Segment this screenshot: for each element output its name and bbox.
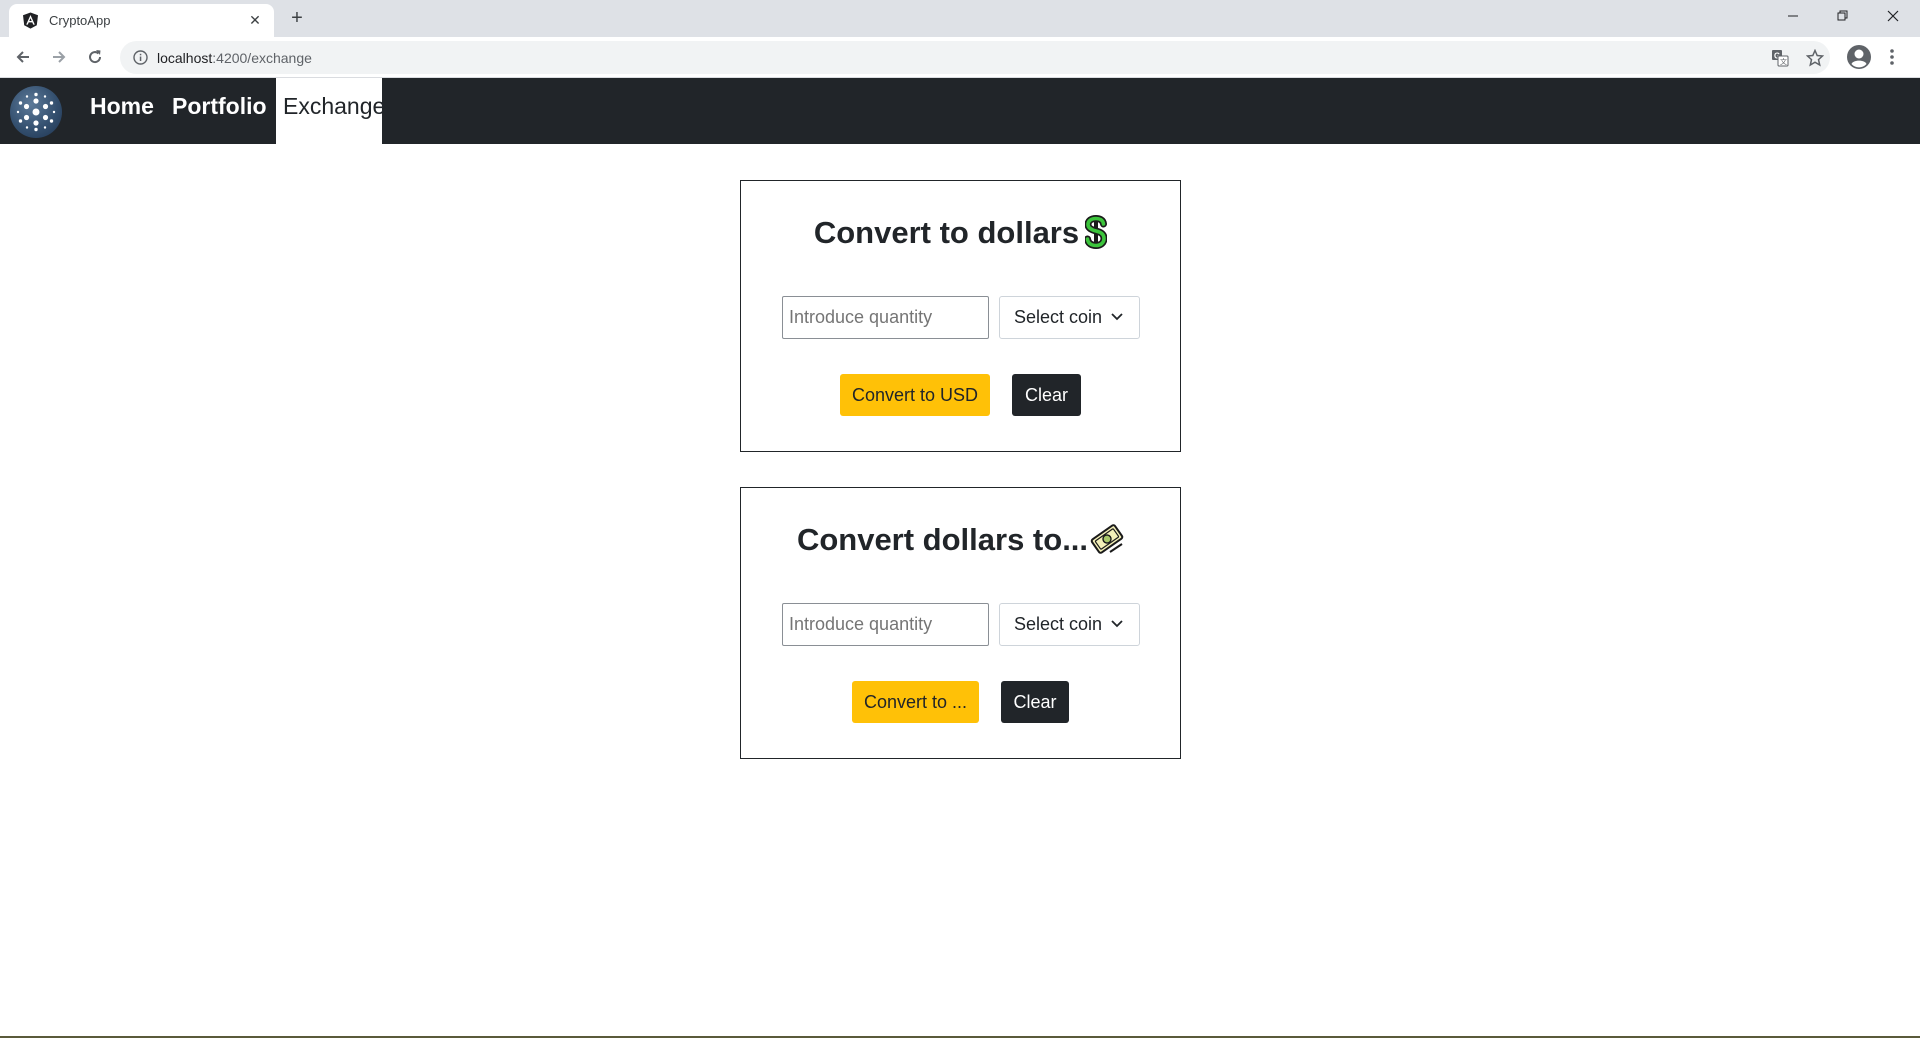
minimize-icon (1788, 15, 1798, 17)
back-button[interactable] (11, 45, 35, 69)
forward-button[interactable] (47, 45, 71, 69)
clear-button[interactable]: Clear (1012, 374, 1081, 416)
restore-icon (1837, 10, 1848, 21)
card-title-text: Convert dollars to... (796, 522, 1089, 557)
forward-arrow-icon (53, 51, 66, 63)
nav-link-exchange[interactable]: Exchange (276, 78, 385, 144)
browser-menu-button[interactable] (1884, 44, 1900, 72)
kebab-menu-icon (1890, 49, 1894, 65)
url-path: :4200/exchange (212, 50, 312, 66)
chevron-down-icon (1111, 620, 1123, 628)
browser-tabstrip: CryptoApp ✕ + (0, 0, 1920, 37)
bookmark-button[interactable] (1802, 45, 1828, 71)
coin-select[interactable]: Select coin (999, 296, 1140, 339)
app-navbar: Home Portfolio Exchange (0, 78, 1920, 144)
profile-icon (1847, 45, 1871, 69)
star-icon (1806, 49, 1824, 67)
nav-link-home[interactable]: Home (83, 78, 161, 144)
dollar-sign-icon (1084, 214, 1108, 257)
clear-button[interactable]: Clear (1001, 681, 1069, 723)
minimize-button[interactable] (1770, 0, 1816, 32)
url-host: localhost (157, 50, 213, 66)
coin-select[interactable]: Select coin (999, 603, 1140, 646)
translate-button[interactable]: G文 (1767, 45, 1793, 71)
nav-link-portfolio[interactable]: Portfolio (165, 78, 274, 144)
card-title-text: Convert to dollars (813, 215, 1080, 250)
convert-dollars-to-card: Convert dollars to... Select coin Conver… (740, 487, 1181, 759)
tab-close-icon[interactable]: ✕ (246, 11, 264, 29)
card-title: Convert dollars to... (741, 522, 1180, 564)
tab-title: CryptoApp (49, 13, 111, 28)
coin-select-value: Select coin (1014, 307, 1103, 327)
chevron-down-icon (1111, 313, 1123, 321)
address-bar[interactable]: localhost:4200/exchange G文 (120, 41, 1830, 74)
crypto-logo-icon (16, 92, 56, 132)
back-arrow-icon (16, 51, 29, 63)
url-text[interactable]: localhost:4200/exchange (157, 50, 312, 66)
new-tab-button[interactable]: + (286, 7, 308, 29)
app-logo[interactable] (10, 86, 62, 138)
svg-text:文: 文 (1780, 57, 1787, 66)
info-icon[interactable] (133, 50, 148, 65)
translate-icon: G文 (1772, 50, 1789, 67)
convert-to-coin-button[interactable]: Convert to ... (852, 681, 979, 723)
quantity-input[interactable] (782, 603, 989, 646)
browser-tab[interactable]: CryptoApp ✕ (9, 4, 274, 37)
coin-select-value: Select coin (1014, 614, 1103, 634)
close-window-button[interactable] (1870, 0, 1916, 32)
reload-button[interactable] (83, 45, 107, 69)
reload-icon (89, 50, 102, 64)
card-title: Convert to dollars (741, 214, 1180, 257)
profile-button[interactable] (1846, 44, 1874, 72)
convert-to-dollars-card: Convert to dollars Select coin Convert t… (740, 180, 1181, 452)
angular-favicon-icon (23, 12, 38, 29)
restore-button[interactable] (1820, 0, 1866, 32)
convert-to-usd-button[interactable]: Convert to USD (840, 374, 990, 416)
quantity-input[interactable] (782, 296, 989, 339)
money-bill-icon (1090, 522, 1124, 564)
close-window-icon (1887, 10, 1899, 22)
browser-toolbar: localhost:4200/exchange G文 (0, 37, 1920, 78)
